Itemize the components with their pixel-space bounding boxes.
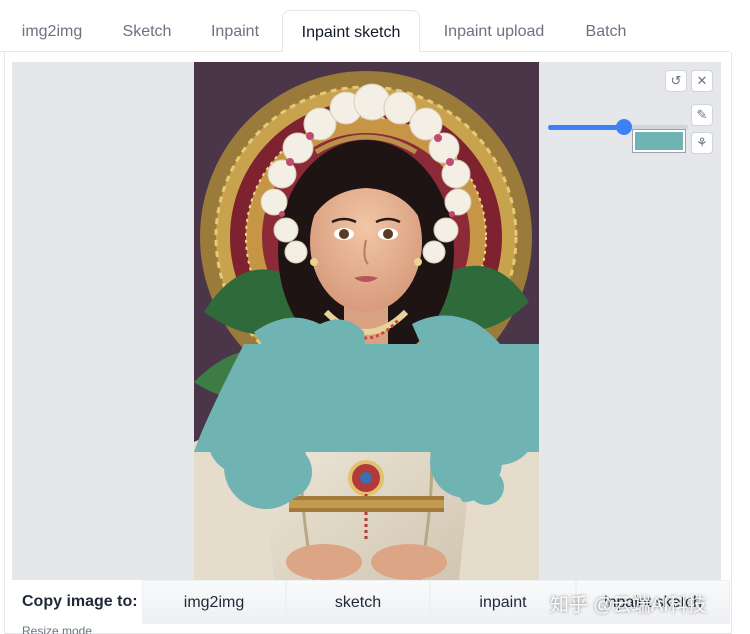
undo-icon[interactable]: ↺ [665, 70, 687, 92]
tab-inpaint-sketch[interactable]: Inpaint sketch [282, 10, 420, 52]
palette-icon[interactable]: ⚘ [691, 132, 713, 154]
watermark: 知乎 @云端AI科技 [550, 595, 707, 616]
resize-mode-label: Resize mode [22, 624, 93, 634]
tab-inpaint-upload[interactable]: Inpaint upload [428, 10, 560, 52]
portrait-image [194, 62, 539, 580]
tab-batch[interactable]: Batch [570, 10, 642, 52]
brush-icon[interactable]: ✎ [691, 104, 713, 126]
copy-image-label: Copy image to: [22, 593, 138, 610]
tab-inpaint[interactable]: Inpaint [194, 10, 276, 52]
sketch-canvas-image[interactable] [194, 62, 539, 580]
slider-fill [548, 125, 624, 130]
tab-bar: img2img Sketch Inpaint Inpaint sketch In… [0, 0, 750, 52]
brush-color-swatch[interactable] [632, 129, 686, 153]
copy-to-sketch-button[interactable]: sketch [286, 580, 430, 624]
close-icon[interactable]: ✕ [691, 70, 713, 92]
tab-img2img[interactable]: img2img [6, 10, 98, 52]
slider-thumb[interactable] [616, 119, 632, 135]
copy-to-img2img-button[interactable]: img2img [142, 580, 286, 624]
tab-sketch[interactable]: Sketch [104, 10, 190, 52]
